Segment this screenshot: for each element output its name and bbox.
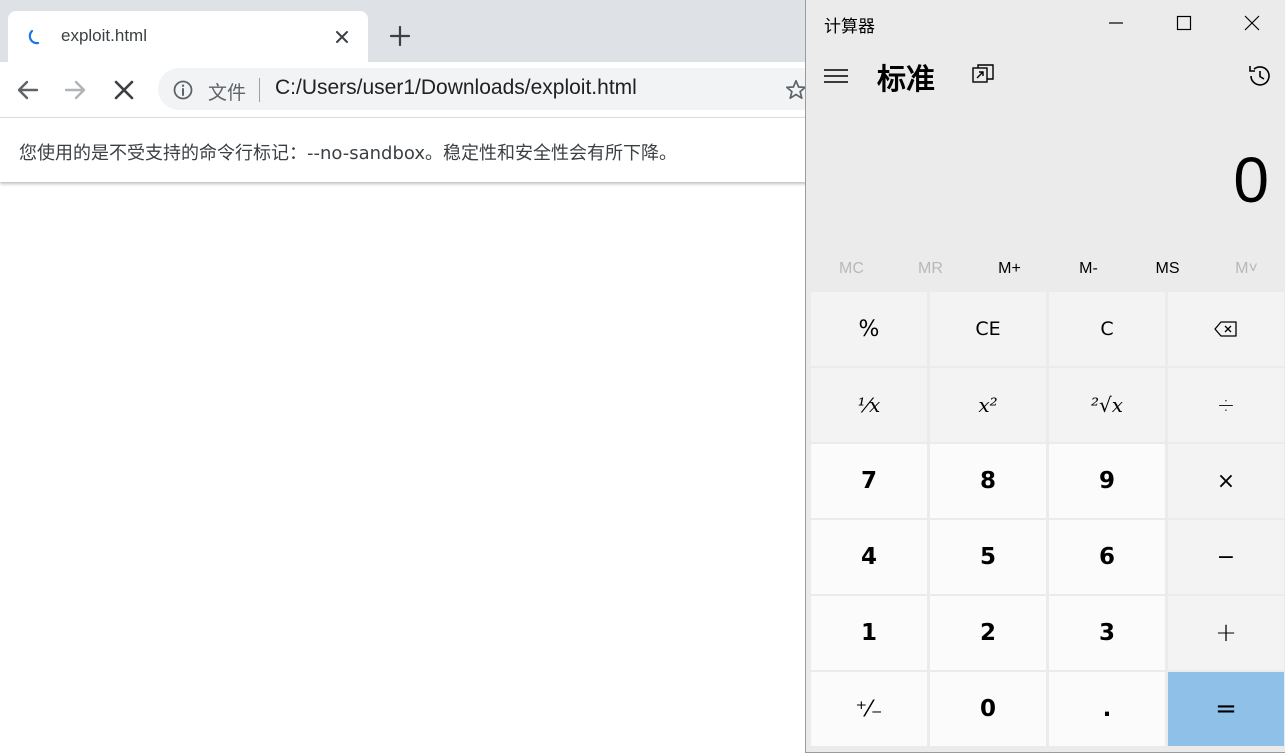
backspace-icon — [1214, 321, 1237, 337]
hamburger-menu-icon[interactable] — [820, 60, 852, 92]
keypad: % CE C ¹⁄x x² ²√x ÷ 7 8 9 × 4 5 6 − 1 2 … — [810, 291, 1284, 747]
calculator-window: 计算器 标准 0 MC MR M+ M- MS M˅ % CE C ¹⁄x x²… — [805, 0, 1285, 753]
tab-title: exploit.html — [61, 26, 147, 45]
decimal-button[interactable]: . — [1049, 672, 1165, 746]
loading-spinner-icon — [28, 29, 40, 45]
plus-button[interactable]: + — [1168, 596, 1284, 670]
mode-title: 标准 — [877, 62, 936, 96]
digit-2-button[interactable]: 2 — [930, 596, 1046, 670]
memory-list-button[interactable]: M˅ — [1207, 252, 1285, 286]
memory-clear-button[interactable]: MC — [812, 252, 891, 286]
equals-label: = — [1215, 694, 1237, 724]
digit-6-button[interactable]: 6 — [1049, 520, 1165, 594]
digit-3-button[interactable]: 3 — [1049, 596, 1165, 670]
square-root-button[interactable]: ²√x — [1049, 368, 1165, 442]
digit-8-label: 8 — [979, 468, 996, 494]
new-tab-icon[interactable] — [386, 22, 414, 50]
address-bar[interactable]: 文件 C:/Users/user1/Downloads/exploit.html — [158, 68, 838, 110]
close-tab-icon[interactable] — [330, 25, 354, 49]
stop-loading-icon[interactable] — [108, 74, 140, 106]
memory-add-button[interactable]: M+ — [970, 252, 1049, 286]
minimize-icon — [1109, 22, 1123, 24]
digit-4-label: 4 — [860, 544, 877, 570]
back-arrow-icon[interactable] — [12, 74, 44, 106]
decimal-label: . — [1102, 696, 1112, 722]
multiply-label: × — [1216, 468, 1236, 494]
percent-button[interactable]: % — [811, 292, 927, 366]
digit-6-label: 6 — [1098, 544, 1115, 570]
reciprocal-button[interactable]: ¹⁄x — [811, 368, 927, 442]
close-button[interactable] — [1218, 0, 1285, 46]
negate-label: ⁺⁄₋ — [855, 696, 883, 722]
square-root-label: ²√x — [1090, 393, 1124, 417]
digit-4-button[interactable]: 4 — [811, 520, 927, 594]
equals-button[interactable]: = — [1168, 672, 1284, 746]
multiply-button[interactable]: × — [1168, 444, 1284, 518]
maximize-button[interactable] — [1150, 0, 1218, 46]
url-text[interactable]: C:/Users/user1/Downloads/exploit.html — [275, 76, 637, 100]
digit-7-button[interactable]: 7 — [811, 444, 927, 518]
digit-5-button[interactable]: 5 — [930, 520, 1046, 594]
ce-label: CE — [975, 318, 1001, 340]
memory-store-button[interactable]: MS — [1128, 252, 1207, 286]
clear-button[interactable]: C — [1049, 292, 1165, 366]
digit-9-label: 9 — [1098, 468, 1115, 494]
plus-label: + — [1215, 618, 1237, 648]
window-title: 计算器 — [824, 17, 875, 37]
close-icon — [1244, 15, 1260, 31]
reciprocal-label: ¹⁄x — [857, 393, 881, 417]
tab-exploit[interactable]: exploit.html — [8, 11, 368, 62]
infobar-message: 您使用的是不受支持的命令行标记：--no-sandbox。稳定性和安全性会有所下… — [19, 143, 678, 164]
digit-9-button[interactable]: 9 — [1049, 444, 1165, 518]
c-label: C — [1100, 318, 1114, 340]
minus-label: − — [1216, 544, 1236, 570]
digit-5-label: 5 — [979, 544, 996, 570]
digit-0-button[interactable]: 0 — [930, 672, 1046, 746]
maximize-icon — [1176, 15, 1192, 31]
divide-button[interactable]: ÷ — [1168, 368, 1284, 442]
digit-3-label: 3 — [1098, 620, 1115, 646]
digit-0-label: 0 — [979, 696, 996, 722]
omnibox-divider — [259, 78, 260, 102]
digit-1-label: 1 — [860, 620, 877, 646]
backspace-button[interactable] — [1168, 292, 1284, 366]
info-icon[interactable] — [172, 79, 194, 101]
digit-2-label: 2 — [979, 620, 996, 646]
digit-7-label: 7 — [860, 468, 877, 494]
calculator-titlebar[interactable]: 计算器 — [806, 0, 1285, 46]
calculator-header: 标准 — [806, 46, 1285, 106]
square-label: x² — [978, 393, 998, 417]
digit-1-button[interactable]: 1 — [811, 596, 927, 670]
file-scheme-label: 文件 — [208, 82, 247, 104]
divide-label: ÷ — [1216, 392, 1236, 418]
keep-on-top-icon[interactable] — [970, 62, 996, 88]
minimize-button[interactable] — [1082, 0, 1150, 46]
clear-entry-button[interactable]: CE — [930, 292, 1046, 366]
memory-subtract-button[interactable]: M- — [1049, 252, 1128, 286]
forward-arrow-icon[interactable] — [59, 74, 91, 106]
minus-button[interactable]: − — [1168, 520, 1284, 594]
square-button[interactable]: x² — [930, 368, 1046, 442]
memory-recall-button[interactable]: MR — [891, 252, 970, 286]
result-display: 0 — [1233, 144, 1269, 216]
memory-row: MC MR M+ M- MS M˅ — [812, 252, 1285, 286]
history-icon[interactable] — [1246, 62, 1274, 90]
percent-label: % — [858, 316, 880, 342]
digit-8-button[interactable]: 8 — [930, 444, 1046, 518]
negate-button[interactable]: ⁺⁄₋ — [811, 672, 927, 746]
